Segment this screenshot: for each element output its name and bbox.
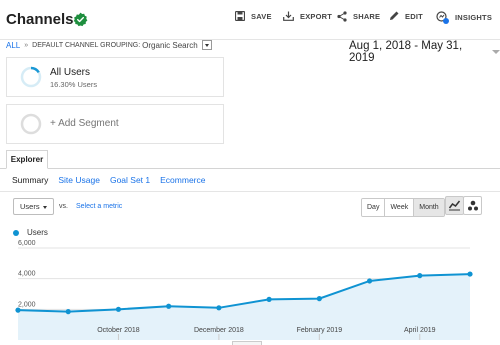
tab-explorer[interactable]: Explorer bbox=[6, 150, 48, 169]
subtab-summary[interactable]: Summary bbox=[12, 175, 48, 185]
empty-segment-ring-icon bbox=[20, 113, 42, 135]
x-tick-label: April 2019 bbox=[404, 327, 436, 334]
insights-label: INSIGHTS bbox=[455, 13, 493, 22]
chevron-down-icon bbox=[43, 206, 47, 209]
segment-name: All Users bbox=[50, 67, 91, 78]
edit-label: EDIT bbox=[405, 11, 423, 21]
grouping-dropdown-icon[interactable] bbox=[201, 40, 212, 50]
data-point bbox=[467, 271, 473, 277]
x-tick-label: October 2018 bbox=[97, 327, 140, 334]
export-icon bbox=[283, 11, 294, 21]
legend-label: Users bbox=[27, 228, 48, 237]
save-label: SAVE bbox=[251, 11, 272, 21]
save-icon bbox=[235, 11, 245, 21]
edit-icon bbox=[390, 11, 399, 20]
verified-check-icon bbox=[73, 12, 88, 27]
insights-button[interactable]: INSIGHTS bbox=[436, 11, 492, 24]
share-button[interactable]: SHARE bbox=[337, 11, 380, 22]
insights-icon bbox=[436, 11, 449, 24]
metric-value: Users bbox=[20, 202, 40, 211]
motion-chart-button[interactable] bbox=[463, 196, 482, 215]
date-range-label: Aug 1, 2018 - May 31, 2019 bbox=[349, 40, 463, 64]
subtab-ecommerce[interactable]: Ecommerce bbox=[160, 175, 205, 185]
breadcrumb: ALL » DEFAULT CHANNEL GROUPING: Organic … bbox=[6, 40, 212, 50]
line-chart-button[interactable] bbox=[445, 196, 464, 215]
y-tick-label: 2,000 bbox=[18, 301, 36, 308]
data-point bbox=[166, 303, 172, 309]
data-point bbox=[266, 296, 272, 302]
data-point bbox=[417, 273, 423, 279]
vs-label: vs. bbox=[59, 203, 68, 210]
chart-legend: Users bbox=[13, 228, 48, 237]
period-week-button[interactable]: Week bbox=[385, 199, 415, 216]
export-label: EXPORT bbox=[300, 11, 333, 21]
y-tick-label: 4,000 bbox=[18, 271, 36, 278]
data-point bbox=[15, 307, 21, 313]
segment-card-all-users[interactable]: All Users 16.30% Users bbox=[6, 57, 224, 97]
data-point bbox=[65, 309, 71, 315]
period-toggle: Day Week Month bbox=[361, 198, 445, 217]
line-chart-icon bbox=[448, 200, 461, 211]
legend-dot-icon bbox=[13, 229, 19, 236]
segment-share-ring-icon bbox=[20, 66, 42, 88]
add-segment-card[interactable]: + Add Segment bbox=[6, 104, 224, 144]
users-line-chart: 6,000 4,000 2,000 October 2018 December 2018… bbox=[15, 240, 473, 340]
breadcrumb-separator: » bbox=[24, 41, 29, 49]
period-month-button[interactable]: Month bbox=[414, 199, 444, 216]
share-label: SHARE bbox=[353, 12, 381, 21]
series-area-fill bbox=[18, 274, 470, 340]
subtab-site-usage[interactable]: Site Usage bbox=[58, 175, 100, 185]
data-point bbox=[366, 278, 373, 284]
report-header: Channels SAVE EXPORT SHARE EDIT INSIGHTS bbox=[0, 0, 500, 40]
save-button[interactable]: SAVE bbox=[235, 11, 272, 21]
metric-dropdown[interactable]: Users bbox=[13, 198, 54, 215]
grouping-label: DEFAULT CHANNEL GROUPING: bbox=[32, 41, 141, 49]
explorer-subtabs: Summary Site Usage Goal Set 1 Ecommerce bbox=[12, 175, 215, 185]
share-icon bbox=[337, 11, 347, 22]
chevron-down-icon bbox=[492, 50, 500, 54]
motion-chart-icon bbox=[467, 200, 478, 210]
x-tick-label: February 2019 bbox=[297, 327, 343, 334]
x-tick-label: December 2018 bbox=[194, 327, 244, 334]
chart-scroll-handle[interactable] bbox=[232, 341, 262, 345]
breadcrumb-all-link[interactable]: ALL bbox=[6, 41, 20, 50]
export-button[interactable]: EXPORT bbox=[283, 11, 332, 21]
data-point bbox=[316, 296, 322, 302]
subtab-goal-set-1[interactable]: Goal Set 1 bbox=[110, 175, 150, 185]
period-day-button[interactable]: Day bbox=[362, 199, 386, 216]
y-tick-label: 6,000 bbox=[18, 240, 36, 247]
date-range-picker[interactable]: Aug 1, 2018 - May 31, 2019 bbox=[349, 40, 500, 64]
data-point bbox=[115, 306, 122, 312]
tab-divider bbox=[0, 168, 500, 169]
add-segment-label: + Add Segment bbox=[50, 118, 119, 129]
grouping-value: Organic Search bbox=[142, 40, 198, 50]
select-metric-link[interactable]: Select a metric bbox=[76, 203, 122, 210]
segment-share: 16.30% Users bbox=[50, 80, 98, 89]
edit-button[interactable]: EDIT bbox=[389, 11, 423, 21]
page-title: Channels bbox=[6, 11, 74, 28]
data-point bbox=[216, 305, 222, 311]
